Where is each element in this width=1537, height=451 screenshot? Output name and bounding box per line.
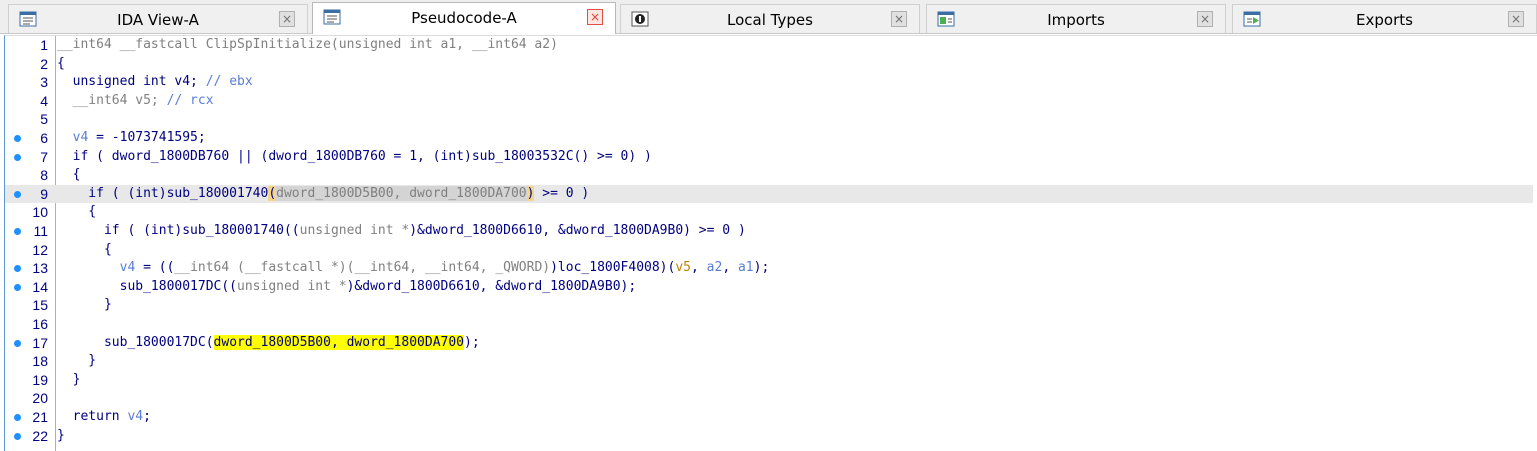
close-icon[interactable]: ×	[1197, 11, 1213, 27]
code-line[interactable]: 15 }	[5, 296, 1533, 315]
line-number: 14	[32, 278, 48, 295]
code-text: sub_1800017DC(dword_1800D5B00, dword_180…	[57, 334, 480, 350]
code-line[interactable]: 1 __int64 __fastcall ClipSpInitialize(un…	[5, 36, 1533, 55]
code-line[interactable]: 20	[5, 389, 1533, 408]
pseudocode-icon	[323, 9, 341, 25]
line-number: 11	[33, 223, 48, 239]
code-text: if ( (int)sub_180001740((unsigned int *)…	[57, 223, 746, 238]
code-line[interactable]: 17 sub_1800017DC(dword_1800D5B00, dword_…	[5, 334, 1533, 353]
breakpoint-dot-icon[interactable]	[14, 153, 21, 161]
line-number: 7	[40, 148, 48, 165]
line-number: 8	[40, 167, 48, 184]
code-text: unsigned int v4; // ebx	[57, 74, 253, 90]
code-text: __int64 v5; // rcx	[57, 92, 214, 108]
line-number: 12	[32, 241, 48, 258]
code-text: }	[57, 353, 97, 369]
breakpoint-dot-icon[interactable]	[14, 135, 21, 142]
tab-exports[interactable]: Exports ×	[1232, 4, 1537, 33]
line-number: 22	[32, 427, 48, 444]
tab-label: IDA View-A	[117, 11, 199, 29]
local-types-icon	[631, 11, 649, 27]
close-icon[interactable]: ×	[587, 9, 603, 25]
code-line[interactable]: 14 sub_1800017DC((unsigned int *)&dword_…	[5, 278, 1533, 297]
line-number: 16	[32, 316, 48, 332]
code-line[interactable]: 19 }	[5, 371, 1533, 390]
line-number: 18	[32, 353, 48, 370]
line-number: 4	[40, 92, 48, 109]
breakpoint-dot-icon[interactable]	[14, 190, 21, 198]
breakpoint-dot-icon[interactable]	[14, 339, 21, 347]
code-line[interactable]: 13 v4 = ((__int64 (__fastcall *)(__int64…	[5, 259, 1533, 278]
line-number: 21	[32, 409, 48, 425]
code-text: v4 = ((__int64 (__fastcall *)(__int64, _…	[119, 260, 770, 276]
tab-label: Exports	[1356, 11, 1413, 29]
exports-icon	[1243, 11, 1261, 27]
code-text: }	[57, 297, 112, 313]
code-text: if ( dword_1800DB760 || (dword_1800DB760…	[57, 148, 652, 164]
code-line[interactable]: 7 if ( dword_1800DB760 || (dword_1800DB7…	[5, 148, 1533, 167]
line-number: 3	[40, 74, 48, 91]
close-icon[interactable]: ×	[1508, 11, 1524, 27]
tab-label: Local Types	[727, 11, 813, 29]
code-line[interactable]: 21 return v4;	[5, 408, 1533, 427]
line-number: 13	[32, 260, 48, 277]
code-line[interactable]: 22 }	[5, 427, 1533, 446]
line-number: 6	[40, 130, 48, 146]
imports-icon	[937, 11, 955, 27]
line-number: 20	[32, 390, 48, 407]
code-text: {	[57, 55, 65, 71]
ida-view-icon	[19, 11, 37, 27]
code-line[interactable]: 18 }	[5, 352, 1533, 371]
tab-imports[interactable]: Imports ×	[926, 4, 1226, 33]
code-line[interactable]: 10 {	[5, 203, 1533, 222]
code-line[interactable]: 4 __int64 v5; // rcx	[5, 92, 1533, 111]
tab-pseudocode[interactable]: Pseudocode-A ×	[312, 2, 616, 34]
pseudocode-editor[interactable]: 1 __int64 __fastcall ClipSpInitialize(un…	[4, 35, 1537, 451]
code-text: }	[57, 427, 65, 443]
close-icon[interactable]: ×	[279, 11, 295, 27]
code-text: return v4;	[57, 409, 151, 424]
line-number: 5	[40, 111, 48, 128]
code-text: v4 = -1073741595;	[72, 130, 206, 145]
code-line[interactable]: 2 {	[5, 55, 1533, 74]
code-text: {	[57, 204, 97, 220]
code-text: }	[57, 371, 81, 387]
code-line[interactable]: 3 unsigned int v4; // ebx	[5, 73, 1533, 92]
code-line[interactable]: 11 if ( (int)sub_180001740((unsigned int…	[5, 222, 1533, 241]
code-line[interactable]: 5	[5, 110, 1533, 129]
code-line[interactable]: 8 {	[5, 166, 1533, 185]
breakpoint-dot-icon[interactable]	[14, 283, 21, 291]
tab-label: Pseudocode-A	[411, 9, 517, 27]
line-number: 2	[40, 55, 48, 72]
code-line[interactable]: 12 {	[5, 241, 1533, 260]
tab-bar: IDA View-A × Pseudocode-A × Local Types …	[0, 0, 1537, 34]
close-icon[interactable]: ×	[891, 11, 907, 27]
line-number: 15	[32, 297, 48, 314]
code-text: {	[57, 167, 81, 183]
breakpoint-dot-icon[interactable]	[14, 414, 21, 421]
line-number: 1	[40, 37, 48, 53]
tab-ida-view[interactable]: IDA View-A ×	[8, 4, 308, 33]
line-number: 9	[40, 185, 48, 202]
tab-label: Imports	[1047, 11, 1105, 29]
code-text: __int64 __fastcall ClipSpInitialize(unsi…	[57, 37, 558, 52]
breakpoint-dot-icon[interactable]	[14, 265, 21, 273]
breakpoint-dot-icon[interactable]	[14, 432, 21, 440]
code-line[interactable]: 16	[5, 315, 1533, 334]
code-text: sub_1800017DC((unsigned int *)&dword_180…	[57, 278, 637, 294]
breakpoint-dot-icon[interactable]	[14, 228, 21, 235]
code-text: if ( (int)sub_180001740(dword_1800D5B00,…	[57, 185, 590, 201]
tab-local-types[interactable]: Local Types ×	[620, 4, 920, 33]
line-number: 17	[32, 334, 48, 351]
code-line[interactable]: 6 v4 = -1073741595;	[5, 129, 1533, 148]
code-text: {	[57, 241, 112, 257]
line-number: 10	[32, 204, 48, 221]
line-number: 19	[32, 371, 48, 388]
code-line-current[interactable]: 9 if ( (int)sub_180001740(dword_1800D5B0…	[5, 184, 1533, 204]
